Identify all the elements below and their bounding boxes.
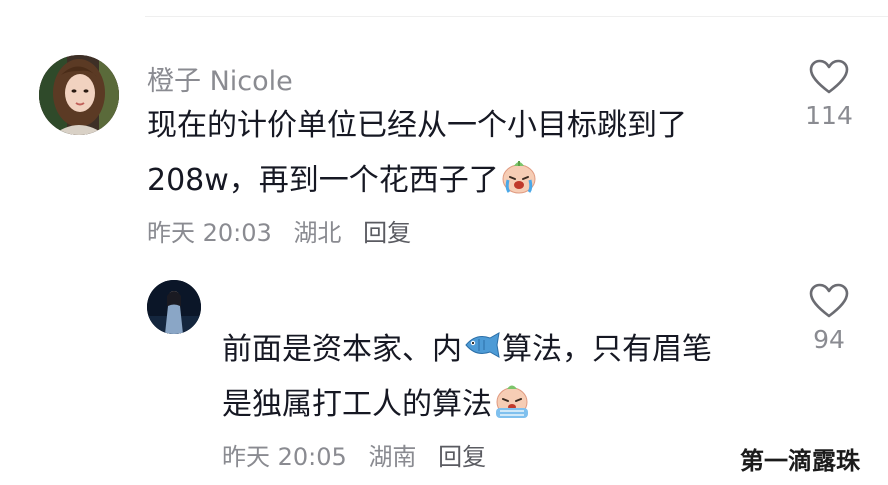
comment-location: 湖南 (368, 443, 417, 471)
comment-text: 是独属打工人的算法 (222, 380, 532, 431)
comment-meta: 昨天 20:03 湖北 回复 (147, 213, 425, 248)
comment-text: 前面是资本家、内 算法，只有眉笔 (222, 330, 712, 371)
comment-time: 昨天 20:05 (222, 443, 347, 471)
watermark: 第一滴露珠 (740, 447, 860, 475)
comment-text: 208w，再到一个花西子了 (147, 156, 539, 207)
comment-time: 昨天 20:03 (147, 219, 272, 247)
comment-meta: 昨天 20:05 湖南 回复 (222, 437, 500, 472)
avatar[interactable] (39, 55, 119, 135)
like-count: 94 (813, 325, 845, 354)
heart-icon[interactable] (809, 59, 849, 95)
like-button[interactable]: 114 (799, 59, 859, 130)
like-count: 114 (805, 101, 853, 130)
fish-emoji-icon (462, 330, 502, 371)
comment-username[interactable]: 橙子 Nicole (147, 59, 293, 98)
avatar[interactable] (147, 280, 201, 334)
crying-emoji-icon (499, 156, 539, 207)
heart-icon[interactable] (809, 283, 849, 319)
comment-text: 现在的计价单位已经从一个小目标跳到了 (147, 108, 687, 143)
top-divider (145, 16, 888, 17)
reply-button[interactable]: 回复 (363, 219, 411, 247)
reply-button[interactable]: 回复 (438, 443, 486, 471)
sobbing-emoji-icon (492, 380, 532, 431)
comment-location: 湖北 (293, 219, 342, 247)
like-button[interactable]: 94 (799, 283, 859, 354)
